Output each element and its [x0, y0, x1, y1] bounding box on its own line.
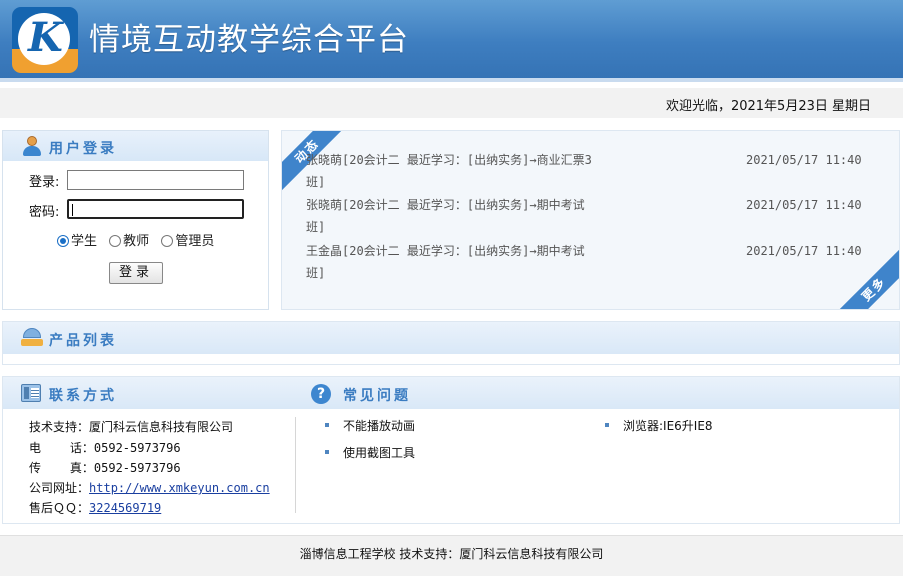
- username-label: 登录:: [29, 175, 60, 190]
- activity-time: 2021/05/17 11:40: [746, 198, 862, 212]
- info-panel: 联系方式 ? 常见问题 技术支持：厦门科云信息科技有限公司 电 话：0592-5…: [2, 376, 900, 524]
- role-radio-student[interactable]: 学生: [57, 230, 97, 249]
- contact-fax: 传 真：0592-5973796: [29, 461, 181, 475]
- login-title: 用户登录: [49, 141, 117, 157]
- welcome-bar: 欢迎光临，2021年5月23日 星期日: [0, 88, 903, 118]
- faq-item[interactable]: 浏览器:IE6升IE8: [605, 417, 713, 434]
- username-input[interactable]: [67, 170, 244, 190]
- kelogo-icon: K: [12, 7, 78, 73]
- website-label: 公司网址：: [29, 481, 90, 495]
- header-divider: [0, 78, 903, 82]
- activity-panel: 动态 张晓萌[20会计二 最近学习：[出纳实务]→商业汇票3 班] 2021/05…: [281, 130, 900, 310]
- product-list-header: 产品列表: [3, 322, 899, 354]
- faq-item[interactable]: 使用截图工具: [325, 444, 415, 461]
- username-row: 登录:: [29, 171, 65, 190]
- app-title: 情境互动教学综合平台: [89, 22, 409, 58]
- contact-website-row: 公司网址：http://www.xmkeyun.com.cn: [29, 479, 270, 496]
- bullet-icon: [325, 450, 329, 454]
- phone-icon: [21, 384, 41, 402]
- website-link[interactable]: http://www.xmkeyun.com.cn: [89, 481, 270, 495]
- activity-item: 张晓萌[20会计二 最近学习：[出纳实务]→商业汇票3 班] 2021/05/17…: [306, 149, 896, 193]
- faq-title: 常见问题: [343, 388, 411, 404]
- radio-unchecked-icon: [161, 235, 174, 247]
- contact-support: 技术支持：厦门科云信息科技有限公司: [29, 420, 234, 434]
- product-icon: [21, 328, 43, 348]
- password-row: 密码:: [29, 201, 65, 220]
- faq-item[interactable]: 不能播放动画: [325, 417, 415, 434]
- role-radio-admin[interactable]: 管理员: [161, 230, 214, 249]
- activity-item: 张晓萌[20会计二 最近学习：[出纳实务]→期中考试 班] 2021/05/17 …: [306, 194, 896, 238]
- product-list-title: 产品列表: [49, 333, 117, 349]
- contact-phone: 电 话：0592-5973796: [29, 441, 181, 455]
- footer-text: 淄博信息工程学校 技术支持：厦门科云信息科技有限公司: [299, 547, 604, 561]
- qq-link[interactable]: 3224569719: [89, 501, 161, 515]
- help-icon: ?: [311, 384, 331, 404]
- text-caret: [72, 204, 73, 216]
- login-button[interactable]: 登录: [109, 262, 163, 284]
- activity-time: 2021/05/17 11:40: [746, 244, 862, 258]
- role-radio-group: 学生 教师 管理员: [57, 230, 222, 249]
- password-input[interactable]: [67, 199, 244, 219]
- product-list-panel: 产品列表: [2, 321, 900, 365]
- contact-title: 联系方式: [49, 388, 117, 404]
- column-divider: [295, 417, 296, 513]
- footer: 淄博信息工程学校 技术支持：厦门科云信息科技有限公司: [0, 535, 903, 576]
- user-icon: [21, 135, 43, 157]
- activity-time: 2021/05/17 11:40: [746, 153, 862, 167]
- bullet-icon: [605, 423, 609, 427]
- header-banner: K 情境互动教学综合平台: [0, 0, 903, 78]
- contact-qq-row: 售后ＱＱ：3224569719: [29, 499, 161, 516]
- bullet-icon: [325, 423, 329, 427]
- qq-label: 售后ＱＱ：: [29, 501, 90, 515]
- login-panel: 用户登录 登录: 密码: 学生 教师 管理员 登录: [2, 130, 269, 310]
- activity-item: 王金晶[20会计二 最近学习：[出纳实务]→期中考试 班] 2021/05/17 …: [306, 240, 896, 284]
- welcome-date-text: 欢迎光临，2021年5月23日 星期日: [665, 99, 871, 114]
- password-label: 密码:: [29, 205, 60, 220]
- radio-checked-icon: [57, 235, 69, 247]
- role-radio-teacher[interactable]: 教师: [109, 230, 149, 249]
- login-panel-header: 用户登录: [3, 131, 268, 161]
- info-panel-header: 联系方式 ? 常见问题: [3, 377, 899, 409]
- radio-unchecked-icon: [109, 235, 122, 247]
